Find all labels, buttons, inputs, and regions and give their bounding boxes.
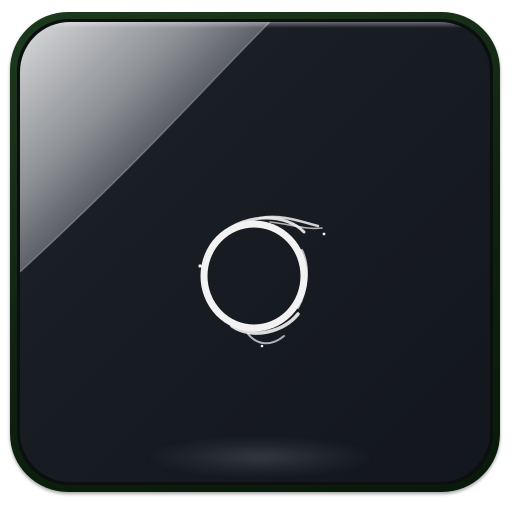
screen (0, 0, 512, 512)
brush-ring-icon (198, 215, 326, 348)
app-icon-button[interactable] (20, 22, 490, 482)
bottom-reflection (150, 437, 370, 477)
